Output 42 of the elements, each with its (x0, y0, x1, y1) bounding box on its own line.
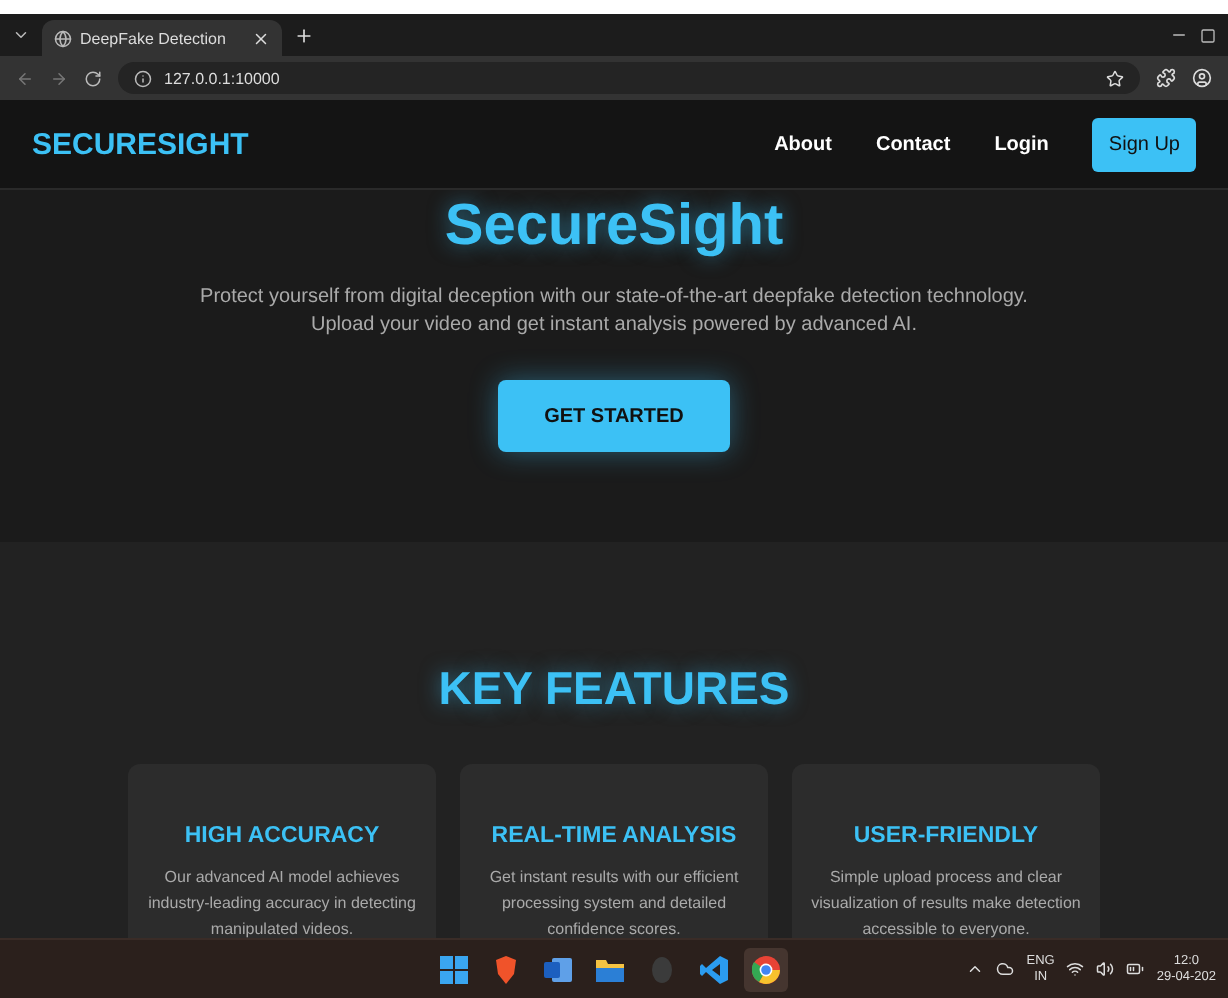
wifi-icon[interactable] (1066, 960, 1085, 978)
card-text: Get instant results with our efficient processing system and detailed confidence scores. (487, 866, 741, 938)
card-title: REAL-TIME ANALYSIS (491, 824, 737, 848)
star-icon[interactable] (1106, 69, 1124, 87)
tab-list-button[interactable] (12, 26, 30, 44)
grid-icon (439, 955, 468, 983)
card-title: HIGH ACCURACY (184, 824, 380, 848)
document-icon (543, 955, 572, 983)
taskbar-app[interactable] (743, 947, 788, 991)
card-text: Simple upload process and clear visualization of results make detection accessible to everyone. (809, 866, 1083, 938)
nav-link[interactable]: Login (994, 133, 1049, 155)
nav-link[interactable]: Contact (875, 133, 951, 155)
card-text: Our advanced AI model achieves industry-leading accuracy in detecting manipulated videos. (146, 866, 418, 938)
brand-logo[interactable]: SECURESIGHT (32, 127, 249, 161)
extensions-icon[interactable] (1156, 68, 1176, 88)
circle-icon (649, 955, 674, 983)
maximize-icon[interactable] (1200, 27, 1216, 43)
new-tab-icon[interactable] (294, 25, 314, 45)
ring-icon (751, 955, 780, 983)
speaker-icon[interactable] (1096, 960, 1115, 978)
card-title: USER-FRIENDLY (853, 824, 1039, 848)
section-heading: KEY FEATURES (438, 662, 790, 716)
chevron-up-icon[interactable] (966, 960, 985, 978)
info-icon (134, 69, 152, 87)
ribbon-icon (699, 955, 728, 983)
close-icon[interactable] (252, 29, 270, 47)
profile-icon[interactable] (1192, 68, 1212, 88)
sign-up-button[interactable]: Sign Up (1092, 117, 1196, 171)
hero-title: SecureSight (444, 194, 784, 260)
address-field[interactable]: 127.0.0.1:10000 (118, 62, 1140, 94)
globe-icon (54, 29, 72, 47)
reload-icon[interactable] (84, 69, 102, 87)
browser-tab[interactable]: DeepFake Detection (42, 20, 282, 56)
cloud-icon[interactable] (996, 960, 1015, 978)
hero-description: Protect yourself from digital deception with our state-of-the-art deepfake detection technology. Upload your video and get instant analysis powered by advanced AI. (198, 284, 1030, 340)
nav-link[interactable]: About (774, 133, 832, 155)
shield-icon (493, 955, 518, 983)
battery-icon[interactable] (1126, 960, 1145, 978)
folder-icon (595, 957, 624, 981)
get-started-button[interactable]: GET STARTED (498, 380, 730, 452)
forward-icon[interactable] (50, 69, 68, 87)
back-icon[interactable] (16, 69, 34, 87)
